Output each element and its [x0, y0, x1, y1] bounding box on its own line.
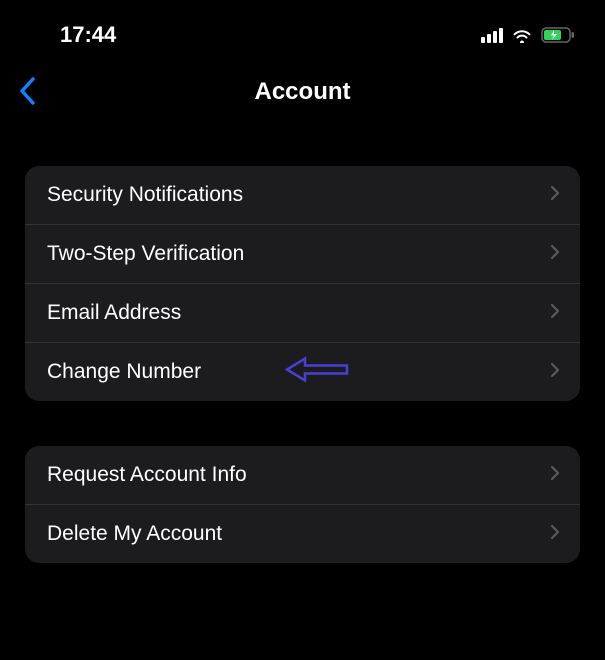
- row-email-address[interactable]: Email Address: [25, 284, 580, 343]
- battery-charging-icon: [541, 27, 575, 43]
- chevron-right-icon: [550, 244, 560, 265]
- row-request-account-info[interactable]: Request Account Info: [25, 446, 580, 505]
- row-label: Two-Step Verification: [47, 242, 244, 266]
- row-two-step-verification[interactable]: Two-Step Verification: [25, 225, 580, 284]
- back-button[interactable]: [18, 76, 36, 111]
- cellular-signal-icon: [481, 27, 503, 43]
- chevron-right-icon: [550, 362, 560, 383]
- settings-group-account: Request Account Info Delete My Account: [25, 446, 580, 563]
- navigation-header: Account: [0, 60, 605, 136]
- row-label: Email Address: [47, 301, 181, 325]
- chevron-right-icon: [550, 465, 560, 486]
- row-label: Delete My Account: [47, 522, 222, 546]
- wifi-icon: [511, 27, 533, 43]
- status-bar: 17:44: [0, 0, 605, 60]
- row-delete-my-account[interactable]: Delete My Account: [25, 505, 580, 563]
- row-change-number[interactable]: Change Number: [25, 343, 580, 401]
- row-security-notifications[interactable]: Security Notifications: [25, 166, 580, 225]
- content-area: Security Notifications Two-Step Verifica…: [0, 136, 605, 563]
- chevron-right-icon: [550, 185, 560, 206]
- settings-group-security: Security Notifications Two-Step Verifica…: [25, 166, 580, 401]
- row-label: Security Notifications: [47, 183, 243, 207]
- status-time: 17:44: [60, 22, 116, 48]
- chevron-right-icon: [550, 524, 560, 545]
- status-indicators: [481, 27, 575, 43]
- row-label: Request Account Info: [47, 463, 247, 487]
- annotation-arrow-icon: [285, 357, 349, 388]
- page-title: Account: [20, 78, 585, 106]
- row-label: Change Number: [47, 360, 201, 384]
- chevron-right-icon: [550, 303, 560, 324]
